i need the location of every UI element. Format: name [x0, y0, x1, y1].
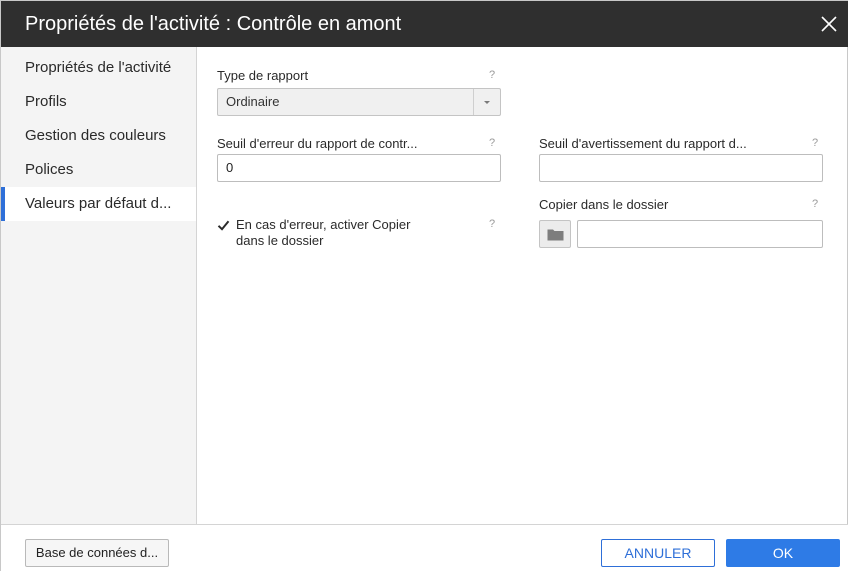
copy-on-error-label-line1: En cas d'erreur, activer Copier — [236, 217, 411, 232]
copy-folder-label: Copier dans le dossier — [539, 197, 669, 212]
copy-folder-input[interactable] — [577, 220, 823, 248]
properties-panel: Type de rapport ? Ordinaire Seuil d'erre… — [197, 47, 848, 524]
copy-on-error-label-line2: dans le dossier — [236, 233, 324, 248]
browse-folder-button[interactable] — [539, 220, 571, 248]
ok-button[interactable]: OK — [726, 539, 840, 567]
report-type-value: Ordinaire — [226, 94, 280, 109]
warning-threshold-input[interactable] — [539, 154, 823, 182]
chevron-down-icon — [473, 89, 500, 115]
error-threshold-label: Seuil d'erreur du rapport de contr... — [217, 136, 418, 151]
copy-folder-help-icon[interactable]: ? — [812, 198, 818, 210]
report-type-help-icon[interactable]: ? — [489, 69, 495, 81]
sidebar-item-fonts[interactable]: Polices — [1, 153, 196, 187]
sidebar-item-activity-properties[interactable]: Propriétés de l'activité — [1, 51, 196, 85]
sidebar-item-profiles[interactable]: Profils — [1, 85, 196, 119]
title-bar: Propriétés de l'activité : Contrôle en a… — [1, 1, 848, 47]
copy-on-error-checkbox[interactable] — [217, 219, 230, 232]
warning-threshold-label: Seuil d'avertissement du rapport d... — [539, 136, 747, 151]
copy-on-error-help-icon[interactable]: ? — [489, 218, 495, 230]
sidebar-item-color-management[interactable]: Gestion des couleurs — [1, 119, 196, 153]
dialog-footer: Base de connées d... ANNULER OK — [1, 524, 848, 572]
warning-threshold-help-icon[interactable]: ? — [812, 137, 818, 149]
cancel-button[interactable]: ANNULER — [601, 539, 715, 567]
close-icon[interactable] — [817, 12, 841, 36]
sidebar-item-default-values[interactable]: Valeurs par défaut d... — [1, 187, 196, 221]
database-button[interactable]: Base de connées d... — [25, 539, 169, 567]
folder-icon — [547, 228, 564, 246]
error-threshold-help-icon[interactable]: ? — [489, 137, 495, 149]
dialog-title: Propriétés de l'activité : Contrôle en a… — [25, 13, 402, 35]
activity-properties-dialog: Propriétés de l'activité : Contrôle en a… — [0, 0, 848, 572]
report-type-label: Type de rapport — [217, 68, 309, 83]
sidebar: Propriétés de l'activité Profils Gestion… — [1, 47, 197, 524]
report-type-select[interactable]: Ordinaire — [217, 88, 501, 116]
error-threshold-input[interactable]: 0 — [217, 154, 501, 182]
